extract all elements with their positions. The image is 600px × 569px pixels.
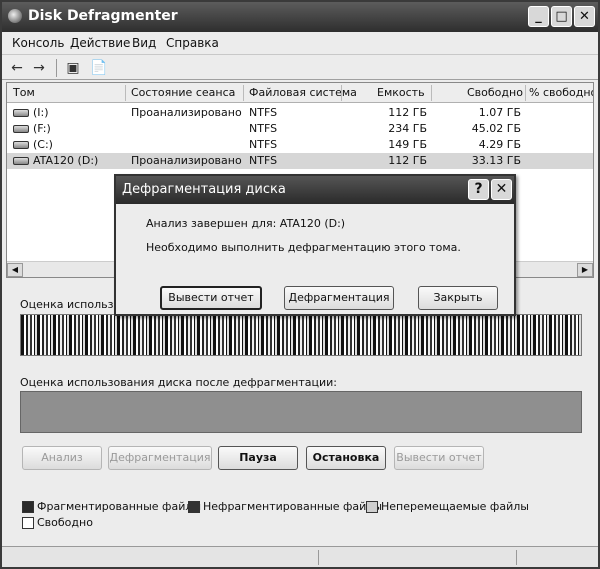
- forward-arrow-icon[interactable]: →: [30, 59, 48, 77]
- legend-unmovable-swatch: [366, 501, 378, 513]
- volume-row[interactable]: (I:) Проанализировано NTFS 112 ГБ 1.07 Г…: [7, 105, 593, 121]
- dialog-message-recommendation: Необходимо выполнить дефрагментацию этог…: [146, 241, 461, 254]
- legend-contiguous-label: Нефрагментированные файлы: [203, 500, 383, 513]
- help-button[interactable]: ?: [468, 179, 489, 200]
- drive-icon: [13, 109, 29, 117]
- column-volume[interactable]: Том: [13, 86, 35, 99]
- dialog-close-button[interactable]: ✕: [491, 179, 512, 200]
- defrag-app-icon: [8, 9, 22, 23]
- maximize-button[interactable]: □: [551, 6, 572, 27]
- window-title: Disk Defragmenter: [28, 8, 178, 24]
- volume-free: 45.02 ГБ: [471, 122, 521, 135]
- volume-name: (I:): [33, 106, 49, 119]
- defragment-button[interactable]: Дефрагментация: [108, 446, 212, 470]
- pause-button[interactable]: Пауза: [218, 446, 298, 470]
- dialog-close-action-button[interactable]: Закрыть: [418, 286, 498, 310]
- stop-button[interactable]: Остановка: [306, 446, 386, 470]
- toolbar-separator: [56, 59, 57, 77]
- volume-name: ATA120 (D:): [33, 154, 99, 167]
- volume-status: Проанализировано: [131, 106, 242, 119]
- view-report-button[interactable]: Вывести отчет: [394, 446, 484, 470]
- disk-defragmenter-window: Disk Defragmenter _ □ ✕ Консоль Действие…: [0, 0, 600, 569]
- scroll-right-icon[interactable]: ▶: [577, 263, 593, 277]
- menu-bar: Консоль Действие Вид Справка: [2, 32, 598, 54]
- dialog-title-bar: Дефрагментация диска ? ✕: [116, 176, 514, 204]
- usage-before-bar: [20, 314, 582, 356]
- volume-free: 4.29 ГБ: [478, 138, 521, 151]
- volume-row-selected[interactable]: ATA120 (D:) Проанализировано NTFS 112 ГБ…: [7, 153, 593, 169]
- volume-fs: NTFS: [249, 122, 278, 135]
- dialog-report-button[interactable]: Вывести отчет: [160, 286, 262, 310]
- column-divider[interactable]: [125, 85, 126, 101]
- column-percent-free[interactable]: % свободного: [529, 86, 593, 99]
- drive-icon: [13, 125, 29, 133]
- column-free[interactable]: Свободно: [467, 86, 523, 99]
- volume-capacity: 112 ГБ: [388, 154, 427, 167]
- status-bar: [2, 546, 598, 567]
- volume-capacity: 234 ГБ: [388, 122, 427, 135]
- column-divider[interactable]: [341, 85, 342, 101]
- column-capacity[interactable]: Емкость: [377, 86, 425, 99]
- close-button[interactable]: ✕: [574, 6, 595, 27]
- toolbar: ← → ▣ 📄: [2, 54, 598, 80]
- volume-fs: NTFS: [249, 138, 278, 151]
- legend-free-swatch: [22, 517, 34, 529]
- defrag-dialog: Дефрагментация диска ? ✕ Анализ завершен…: [114, 174, 516, 316]
- status-divider: [516, 550, 517, 565]
- usage-after-bar: [20, 391, 582, 433]
- drive-icon: [13, 157, 29, 165]
- volume-name: (C:): [33, 138, 53, 151]
- column-divider[interactable]: [243, 85, 244, 101]
- back-arrow-icon[interactable]: ←: [8, 59, 26, 77]
- legend-fragmented-swatch: [22, 501, 34, 513]
- volume-fs: NTFS: [249, 106, 278, 119]
- status-divider: [318, 550, 319, 565]
- volume-capacity: 149 ГБ: [388, 138, 427, 151]
- dialog-defragment-button[interactable]: Дефрагментация: [284, 286, 394, 310]
- volume-status: Проанализировано: [131, 154, 242, 167]
- usage-after-label: Оценка использования диска после дефрагм…: [20, 376, 338, 389]
- drive-icon: [13, 141, 29, 149]
- volume-name: (F:): [33, 122, 51, 135]
- volume-free: 33.13 ГБ: [471, 154, 521, 167]
- console-tree-icon[interactable]: ▣: [64, 59, 82, 77]
- column-divider[interactable]: [525, 85, 526, 101]
- volume-row[interactable]: (F:) NTFS 234 ГБ 45.02 ГБ: [7, 121, 593, 137]
- dialog-title: Дефрагментация диска: [122, 182, 286, 197]
- menu-help[interactable]: Справка: [166, 36, 219, 50]
- menu-action[interactable]: Действие: [70, 36, 130, 50]
- volume-capacity: 112 ГБ: [388, 106, 427, 119]
- analyze-button[interactable]: Анализ: [22, 446, 102, 470]
- volume-row[interactable]: (C:) NTFS 149 ГБ 4.29 ГБ: [7, 137, 593, 153]
- scroll-left-icon[interactable]: ◀: [7, 263, 23, 277]
- minimize-button[interactable]: _: [528, 6, 549, 27]
- legend-free-label: Свободно: [37, 516, 93, 529]
- title-bar: Disk Defragmenter _ □ ✕: [2, 2, 598, 32]
- usage-before-label: Оценка использо: [20, 298, 121, 311]
- legend-fragmented-label: Фрагментированные файлы: [37, 500, 202, 513]
- properties-icon[interactable]: 📄: [90, 59, 108, 77]
- dialog-message-analysis: Анализ завершен для: ATA120 (D:): [146, 217, 346, 230]
- menu-view[interactable]: Вид: [132, 36, 156, 50]
- column-divider[interactable]: [431, 85, 432, 101]
- volume-fs: NTFS: [249, 154, 278, 167]
- menu-console[interactable]: Консоль: [12, 36, 64, 50]
- legend-contiguous-swatch: [188, 501, 200, 513]
- volume-free: 1.07 ГБ: [478, 106, 521, 119]
- column-status[interactable]: Состояние сеанса: [131, 86, 235, 99]
- list-header: Том Состояние сеанса Файловая система Ем…: [7, 83, 593, 103]
- legend-unmovable-label: Неперемещаемые файлы: [381, 500, 529, 513]
